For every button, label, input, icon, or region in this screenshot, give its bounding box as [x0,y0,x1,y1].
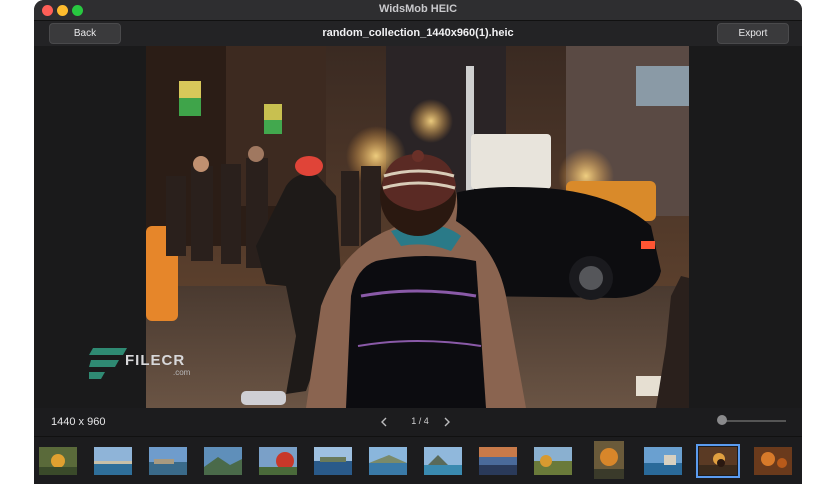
image-dimensions: 1440 x 960 [51,416,106,428]
status-bar: 1440 x 960 1 / 4 [34,408,802,436]
toolbar: Back random_collection_1440x960(1).heic … [34,21,802,46]
watermark-brand: FILECR [125,352,186,369]
thumbnail[interactable] [594,441,624,479]
thumbnail[interactable] [424,447,462,475]
thumbnail[interactable] [314,447,352,475]
zoom-slider[interactable] [720,420,786,422]
street-scene-image [146,46,689,408]
page-navigation: 1 / 4 [370,414,470,432]
thumbnail[interactable] [94,447,132,475]
watermark: FILECR .com [89,346,199,391]
thumbnail[interactable] [259,447,297,475]
image-viewer: FILECR .com [34,46,802,408]
title-bar: WidsMob HEIC [34,0,802,21]
export-button[interactable]: Export [717,23,789,44]
zoom-slider-knob[interactable] [717,415,727,425]
thumbnail-selected[interactable] [696,444,740,478]
thumbnail[interactable] [534,447,572,475]
thumbnail[interactable] [644,447,682,475]
thumbnail[interactable] [149,447,187,475]
window-title: WidsMob HEIC [378,3,458,15]
thumbnail[interactable] [754,447,792,475]
thumbnail[interactable] [369,447,407,475]
chevron-right-icon[interactable] [443,417,451,427]
thumbnail-strip [34,436,802,484]
thumbnail[interactable] [39,447,77,475]
watermark-suffix: .com [173,368,191,377]
main-photo[interactable] [146,46,689,408]
thumbnail[interactable] [479,447,517,475]
thumbnail[interactable] [204,447,242,475]
file-name: random_collection_1440x960(1).heic [322,27,514,39]
page-indicator: 1 / 4 [411,416,429,426]
app-window: WidsMob HEIC Back random_collection_1440… [34,0,802,484]
